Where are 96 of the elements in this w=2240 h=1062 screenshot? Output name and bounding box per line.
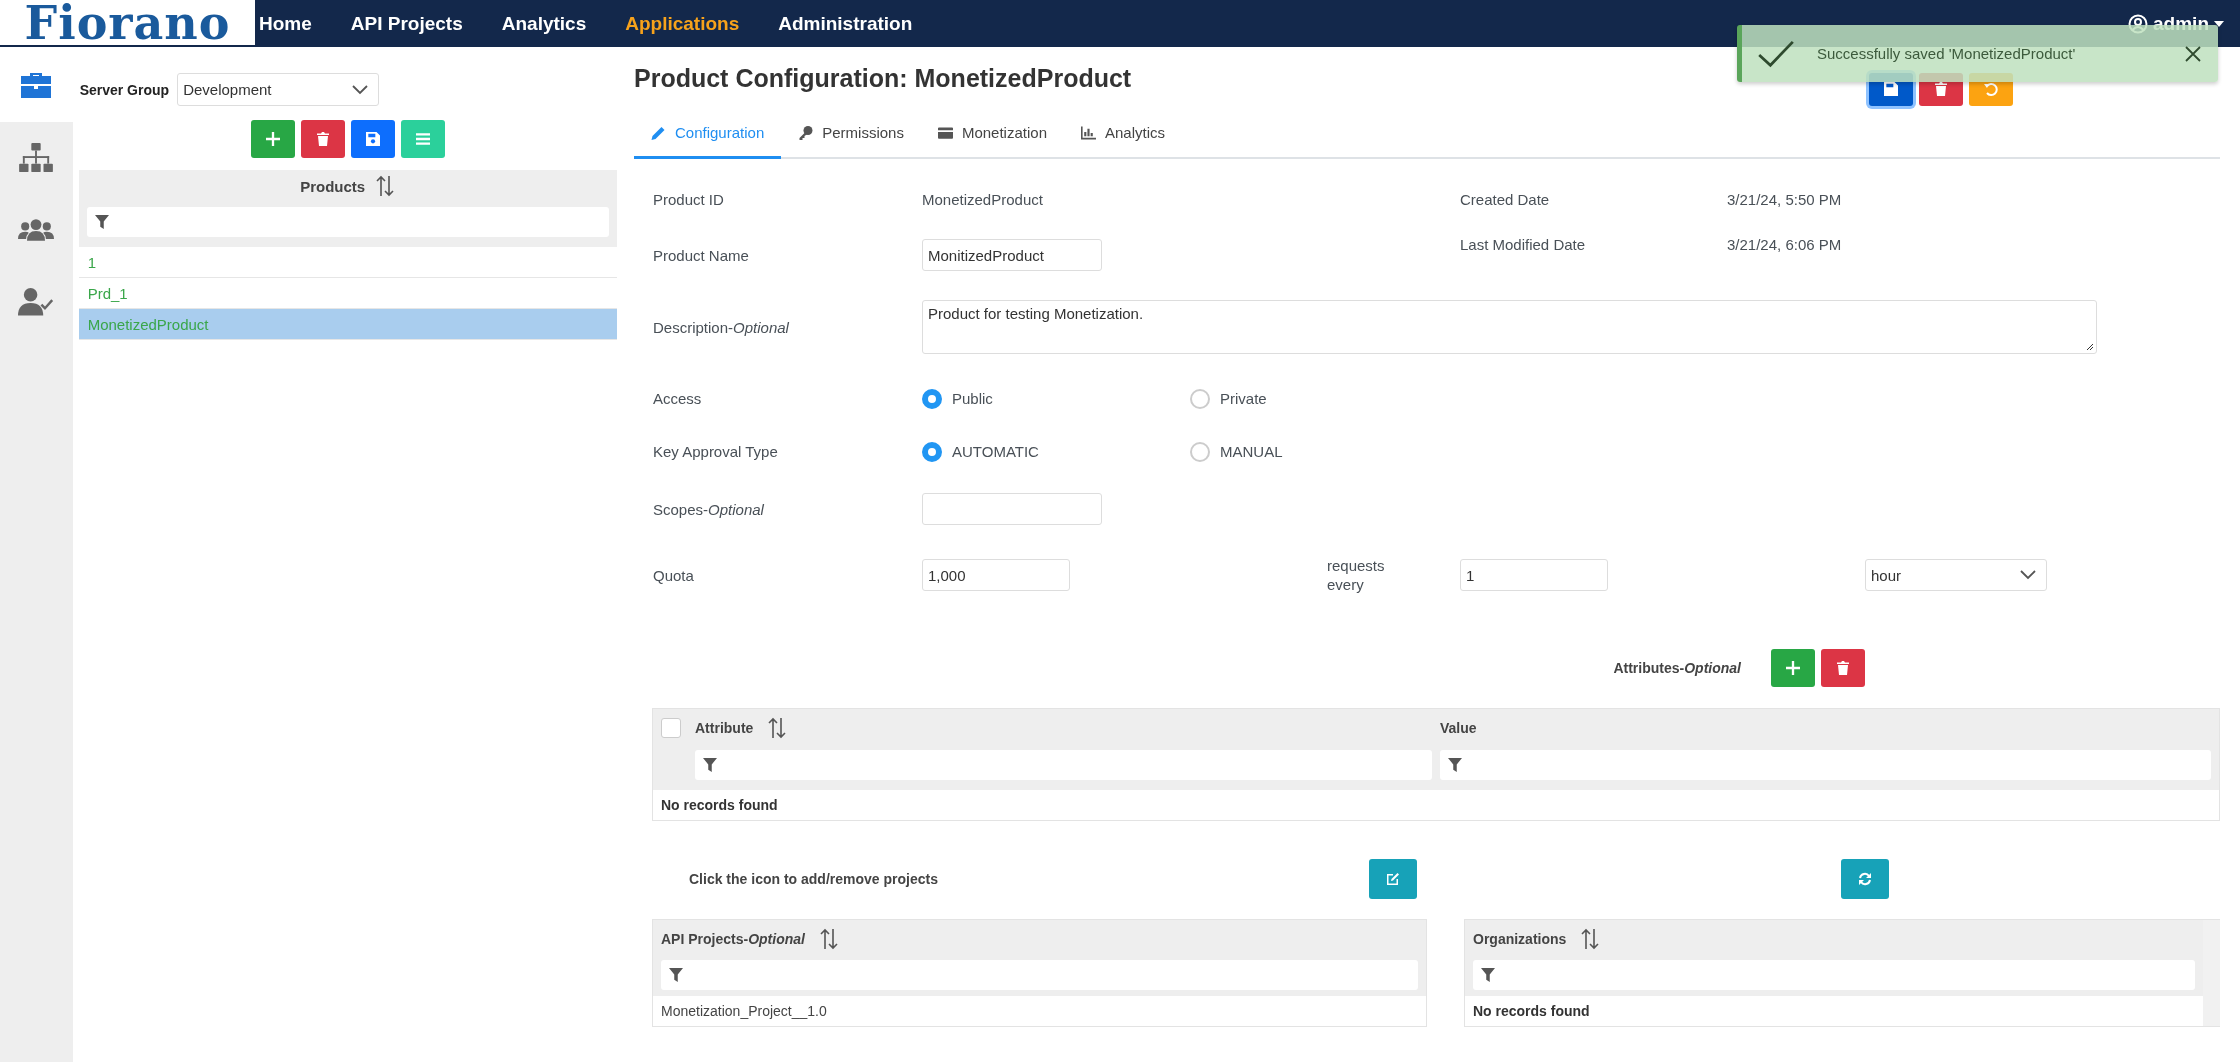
radio-option[interactable]: AUTOMATIC xyxy=(922,441,1190,462)
add-button[interactable] xyxy=(1771,649,1815,687)
field-label: Created Date xyxy=(1460,190,1551,208)
radio-option[interactable]: MANUAL xyxy=(1190,441,1458,462)
trash-icon xyxy=(315,132,330,146)
plus-icon xyxy=(265,132,280,146)
refresh-button[interactable] xyxy=(1841,859,1889,899)
field-label: Access xyxy=(653,390,703,407)
add-button[interactable] xyxy=(250,120,295,158)
tab[interactable]: Monetization xyxy=(920,109,1064,156)
save-button[interactable] xyxy=(350,120,395,158)
nav-link[interactable]: Analytics xyxy=(501,12,587,35)
field-value: 3/21/24, 6:06 PM xyxy=(1727,236,1843,253)
field-value: MonetizedProduct xyxy=(922,190,1044,208)
input-field[interactable]: MonitizedProduct xyxy=(922,239,1102,271)
filter-field[interactable] xyxy=(661,960,1418,990)
field-label: Key Approval Type xyxy=(653,443,779,460)
sidebar-item[interactable] xyxy=(0,47,73,122)
field-label: requests every xyxy=(1327,555,1386,595)
toast-message: Successfully saved 'MonetizedProduct' xyxy=(1817,45,2077,62)
sort-icon[interactable] xyxy=(818,928,839,950)
unit-dropdown[interactable]: hour xyxy=(1865,559,2047,591)
checkbox[interactable] xyxy=(661,718,681,738)
filter-field[interactable] xyxy=(1440,750,2211,780)
empty-message: No records found xyxy=(1472,1002,1591,1021)
radio-button[interactable] xyxy=(1190,441,1210,462)
menu-icon xyxy=(415,132,430,146)
table-cell-text: Monetization_Project__1.0 xyxy=(660,1002,828,1021)
filter-field[interactable] xyxy=(695,750,1432,780)
hint-text: Click the icon to add/remove projects xyxy=(689,871,939,887)
close-icon[interactable] xyxy=(2185,45,2201,62)
resize-handle-icon[interactable] xyxy=(2086,343,2094,351)
sort-icon[interactable] xyxy=(1580,928,1601,950)
chart-icon xyxy=(1081,125,1096,140)
page-title: Product Configuration: MonetizedProduct xyxy=(634,63,1132,93)
radio-option[interactable]: Private xyxy=(1190,388,1458,409)
refresh-icon xyxy=(1858,872,1872,886)
nav-link[interactable]: Administration xyxy=(778,12,913,35)
field-value: 3/21/24, 5:50 PM xyxy=(1727,190,1843,208)
radio-button[interactable] xyxy=(922,441,942,462)
delete-button[interactable] xyxy=(1821,649,1865,687)
filter-icon xyxy=(669,968,683,982)
field-label: Product ID xyxy=(653,190,725,208)
nav-link[interactable]: Home xyxy=(259,12,312,35)
nav-link[interactable]: Applications xyxy=(625,12,740,35)
filter-field[interactable] xyxy=(86,207,609,237)
field-label: Quota xyxy=(653,566,695,584)
filter-icon xyxy=(703,758,717,772)
field-label: Last Modified Date xyxy=(1460,236,1587,253)
input-field[interactable] xyxy=(922,493,1102,525)
column-header[interactable]: Attribute xyxy=(695,720,754,736)
column-header[interactable]: Products xyxy=(300,177,366,195)
filter-icon xyxy=(1448,758,1462,772)
text-area[interactable]: Product for testing Monetization. xyxy=(922,300,2097,354)
menu-button[interactable] xyxy=(400,120,445,158)
chevron-down-icon xyxy=(352,84,369,95)
column-header[interactable]: Organizations xyxy=(1473,931,1567,947)
edit-icon xyxy=(1386,872,1400,886)
logo: Fiorano xyxy=(0,0,255,47)
sort-icon[interactable] xyxy=(375,175,396,197)
section-title: Attributes-Optional xyxy=(1612,660,1742,676)
column-header[interactable]: API Projects-Optional xyxy=(661,931,805,947)
undo-icon xyxy=(1984,82,1998,96)
field-label: Product Name xyxy=(653,246,750,264)
plus-icon xyxy=(1786,661,1800,675)
field-label: Description-Optional xyxy=(653,318,790,336)
radio-option[interactable]: Public xyxy=(922,388,1190,409)
filter-icon xyxy=(94,215,109,229)
server-group-dropdown[interactable]: Development xyxy=(177,73,380,106)
tab[interactable]: Permissions xyxy=(781,109,921,156)
empty-message: No records found xyxy=(660,796,779,815)
edit-button[interactable] xyxy=(1369,859,1417,899)
radio-button[interactable] xyxy=(922,388,942,409)
input-field[interactable]: 1 xyxy=(1460,559,1608,591)
user-check-icon xyxy=(18,287,55,317)
field-label: Server Group xyxy=(79,81,170,98)
tab[interactable]: Analytics xyxy=(1064,109,1182,156)
trash-icon xyxy=(1934,82,1948,96)
column-header[interactable]: Value xyxy=(1440,720,1477,736)
caret-icon xyxy=(2214,20,2224,27)
credit-card-icon xyxy=(937,125,953,140)
scrollbar[interactable] xyxy=(2203,920,2220,1026)
hierarchy-icon xyxy=(18,143,55,173)
sort-icon[interactable] xyxy=(767,717,788,739)
radio-button[interactable] xyxy=(1190,388,1210,409)
delete-button[interactable] xyxy=(300,120,345,158)
checkmark-icon xyxy=(1757,39,1795,68)
key-icon xyxy=(798,125,814,140)
trash-icon xyxy=(1836,661,1850,675)
chevron-down-icon xyxy=(2020,570,2036,580)
input-field[interactable]: 1,000 xyxy=(922,559,1070,591)
filter-icon xyxy=(1481,968,1495,982)
nav-link[interactable]: API Projects xyxy=(350,12,463,35)
field-label: Scopes-Optional xyxy=(653,500,765,518)
filter-field[interactable] xyxy=(1473,960,2195,990)
pencil-icon xyxy=(651,125,666,140)
